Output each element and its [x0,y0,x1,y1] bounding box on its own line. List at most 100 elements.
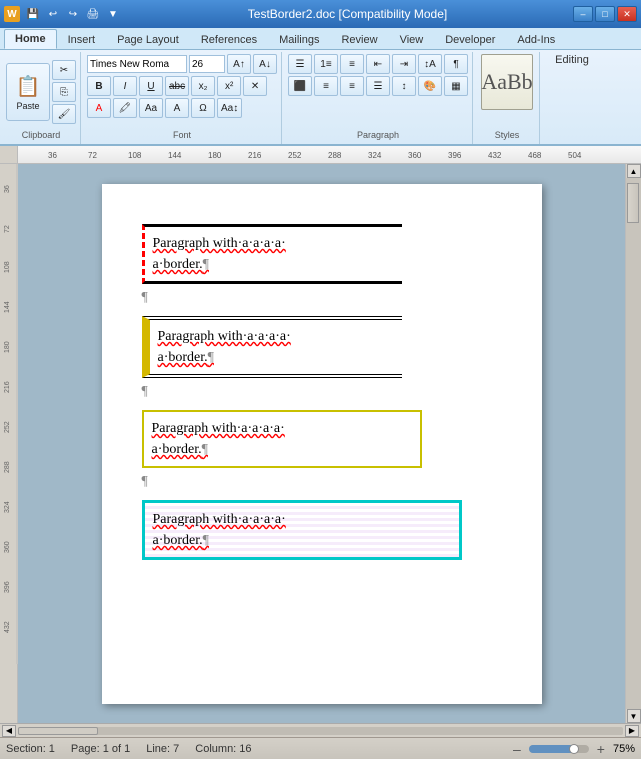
svg-text:288: 288 [4,461,11,473]
document-scroll-area: Paragraph with·a·a·a·a·a·border.¶ ¶ Para… [18,164,625,723]
format-painter-button[interactable]: 🖌 [52,104,76,124]
bullets-button[interactable]: ☰ [288,54,312,74]
borders-button[interactable]: ▦ [444,76,468,96]
multilevel-button[interactable]: ≡ [340,54,364,74]
svg-text:180: 180 [4,341,11,353]
status-right: – + 75% [513,741,635,757]
close-button[interactable]: ✕ [617,6,637,22]
paragraph-1[interactable]: Paragraph with·a·a·a·a·a·border.¶ [142,224,402,284]
h-scroll-thumb[interactable] [18,727,98,735]
app-icon: W [4,6,20,22]
symbol-button[interactable]: Ω [191,98,215,118]
zoom-out-button[interactable]: – [513,741,521,757]
svg-text:72: 72 [4,225,11,233]
highlight-button[interactable]: 🖍 [113,98,137,118]
svg-text:324: 324 [4,501,11,513]
paste-icon: 📋 [16,74,41,99]
tab-page-layout[interactable]: Page Layout [106,30,190,49]
shading-button[interactable]: 🎨 [418,76,442,96]
undo-icon[interactable]: ↩ [44,5,62,23]
scroll-down-button[interactable]: ▼ [627,709,641,723]
print-icon[interactable]: 🖨 [84,5,102,23]
font-name-input[interactable] [87,55,187,73]
svg-text:324: 324 [368,151,382,160]
italic-button[interactable]: I [113,76,137,96]
tab-mailings[interactable]: Mailings [268,30,330,49]
underline-button[interactable]: U [139,76,163,96]
zoom-in-button[interactable]: + [597,741,605,757]
tab-insert[interactable]: Insert [57,30,107,49]
decrease-indent-button[interactable]: ⇤ [366,54,390,74]
sort-button[interactable]: ↕A [418,54,442,74]
align-center-button[interactable]: ≡ [314,76,338,96]
ruler-svg: 36 72 108 144 180 216 252 288 324 360 39… [18,146,641,163]
document-page: Paragraph with·a·a·a·a·a·border.¶ ¶ Para… [102,184,542,704]
vertical-scrollbar[interactable]: ▲ ▼ [625,164,641,723]
minimize-button[interactable]: – [573,6,593,22]
styles-button[interactable]: AaBb [481,54,533,110]
zoom-thumb[interactable] [569,744,579,754]
line-spacing-button[interactable]: ↕ [392,76,416,96]
paragraph-group: ☰ 1≡ ≡ ⇤ ⇥ ↕A ¶ ⬛ ≡ ≡ ☰ ↕ 🎨 ▦ Paragraph [284,52,473,144]
font-row2: B I U abc x₂ x² ✕ [87,76,267,96]
scroll-left-button[interactable]: ◀ [2,725,16,737]
change-case-button[interactable]: Aa↕ [217,98,242,118]
paste-button[interactable]: 📋 Paste [6,63,50,121]
numbering-button[interactable]: 1≡ [314,54,338,74]
svg-text:252: 252 [4,421,11,433]
para-row2: ⬛ ≡ ≡ ☰ ↕ 🎨 ▦ [288,76,468,96]
tab-references[interactable]: References [190,30,268,49]
paragraph-3[interactable]: Paragraph with·a·a·a·a·a·border.¶ [142,410,422,468]
paragraph-2[interactable]: Paragraph with·a·a·a·a·a·border.¶ [142,316,402,378]
redo-icon[interactable]: ↪ [64,5,82,23]
tab-view[interactable]: View [389,30,435,49]
para-row1: ☰ 1≡ ≡ ⇤ ⇥ ↕A ¶ [288,54,468,74]
vertical-ruler-svg: 36 72 108 144 180 216 252 288 324 360 39… [0,164,18,664]
svg-text:396: 396 [448,151,462,160]
ribbon-tabs: Home Insert Page Layout References Maili… [0,28,641,50]
font-size-input[interactable] [189,55,225,73]
cut-button[interactable]: ✂ [52,60,76,80]
svg-text:288: 288 [328,151,342,160]
dropdown-icon[interactable]: ▼ [104,5,122,23]
font-effect-button[interactable]: A [165,98,189,118]
copy-button[interactable]: ⎘ [52,82,76,102]
font-shrink-button[interactable]: A↓ [253,54,277,74]
tab-add-ins[interactable]: Add-Ins [506,30,566,49]
svg-text:216: 216 [4,381,11,393]
show-hide-button[interactable]: ¶ [444,54,468,74]
para-2-text: Paragraph with·a·a·a·a·a·border.¶ [150,320,402,374]
scroll-up-button[interactable]: ▲ [627,164,641,178]
bold-button[interactable]: B [87,76,111,96]
window-controls: – □ ✕ [573,6,637,22]
align-right-button[interactable]: ≡ [340,76,364,96]
scroll-right-button[interactable]: ▶ [625,725,639,737]
align-left-button[interactable]: ⬛ [288,76,312,96]
scroll-thumb[interactable] [627,183,639,223]
paragraph-4[interactable]: Paragraph with·a·a·a·a·a·border.¶ [142,500,462,560]
font-color-button[interactable]: A [87,98,111,118]
svg-text:468: 468 [528,151,542,160]
tab-review[interactable]: Review [330,30,388,49]
font-row1: A↑ A↓ [87,54,277,74]
svg-text:180: 180 [208,151,222,160]
clipboard-sub: ✂ ⎘ 🖌 [52,60,76,124]
font-size-label[interactable]: Aa [139,98,163,118]
svg-text:36: 36 [48,151,57,160]
clear-format-button[interactable]: ✕ [243,76,267,96]
maximize-button[interactable]: □ [595,6,615,22]
strikethrough-button[interactable]: abc [165,76,189,96]
tab-home[interactable]: Home [4,29,57,49]
font-grow-button[interactable]: A↑ [227,54,251,74]
save-icon[interactable]: 💾 [24,5,42,23]
justify-button[interactable]: ☰ [366,76,390,96]
zoom-slider[interactable] [529,745,589,753]
styles-group: AaBb Styles [475,52,540,144]
increase-indent-button[interactable]: ⇥ [392,54,416,74]
h-scroll-track [18,727,623,735]
editing-content: Editing [555,54,589,66]
tab-developer[interactable]: Developer [434,30,506,49]
svg-text:360: 360 [408,151,422,160]
superscript-button[interactable]: x² [217,76,241,96]
subscript-button[interactable]: x₂ [191,76,215,96]
